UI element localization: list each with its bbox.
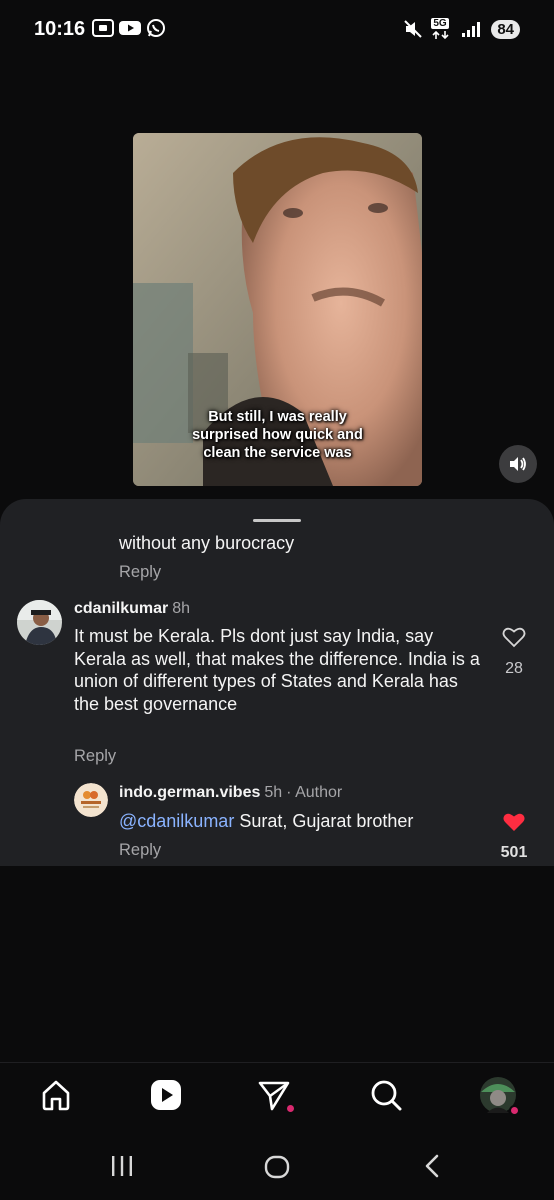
comment-text: It must be Kerala. Pls dont just say Ind… [74,626,480,714]
reply-button[interactable]: Reply [119,563,161,582]
recent-apps-icon[interactable] [110,1154,134,1183]
reply-text: Surat, Gujarat brother [239,811,414,831]
notification-dot [285,1103,296,1114]
speaker-icon [510,457,526,471]
status-time: 10:16 [34,18,86,40]
bottom-navigation [0,1062,554,1134]
sheet-drag-handle[interactable] [253,519,301,522]
search-icon[interactable] [366,1075,406,1115]
author-badge: · Author [286,784,343,801]
comment-text: without any burocracy [119,533,295,553]
whatsapp-icon [147,19,165,37]
mention-link[interactable]: @cdanilkumar [119,811,234,831]
avatar[interactable] [74,783,108,817]
like-heart-icon[interactable] [502,626,526,648]
mute-icon [404,20,423,38]
username[interactable]: indo.german.vibes [119,784,260,801]
network-5g-icon: 5G [431,18,453,40]
reply-button[interactable]: Reply [119,841,161,860]
volume-button[interactable] [499,445,537,483]
send-icon[interactable] [254,1075,296,1115]
profile-avatar[interactable] [478,1075,520,1116]
notification-dot [509,1105,520,1116]
battery-indicator: 84 [491,19,520,39]
youtube-icon [119,21,141,35]
home-button-icon[interactable] [264,1154,290,1185]
home-icon[interactable] [36,1075,76,1115]
liked-heart-icon[interactable] [502,811,526,833]
like-count: 501 [500,844,528,861]
video-caption: But still, I was really surprised how qu… [133,408,422,462]
comments-sheet: without any burocracy Reply cdanilkumar 8… [0,499,554,866]
status-notification-icons [92,18,166,38]
screen-capture-icon [92,19,114,37]
comment-author[interactable]: cdanilkumar 8h [74,600,190,618]
reply-button[interactable]: Reply [74,747,116,766]
comment-time: 5h [264,784,283,801]
caption-line: But still, I was really [208,409,347,425]
back-icon[interactable] [420,1153,444,1184]
system-navigation-bar [0,1134,554,1200]
comment-author[interactable]: indo.german.vibes 5h · Author [119,784,342,802]
like-count: 28 [505,660,523,677]
reel-video[interactable]: But still, I was really surprised how qu… [133,133,422,486]
status-bar: 10:16 5G 84 [0,0,554,62]
caption-line: clean the service was [203,445,352,461]
comment-text: @cdanilkumar Surat, Gujarat brother [119,810,413,833]
caption-line: surprised how quick and [192,427,363,443]
comment-time: 8h [172,600,191,617]
status-system-icons: 5G 84 [403,18,520,40]
avatar[interactable] [17,600,62,645]
signal-icon [462,22,481,37]
reels-icon[interactable] [146,1075,186,1115]
username[interactable]: cdanilkumar [74,600,168,617]
